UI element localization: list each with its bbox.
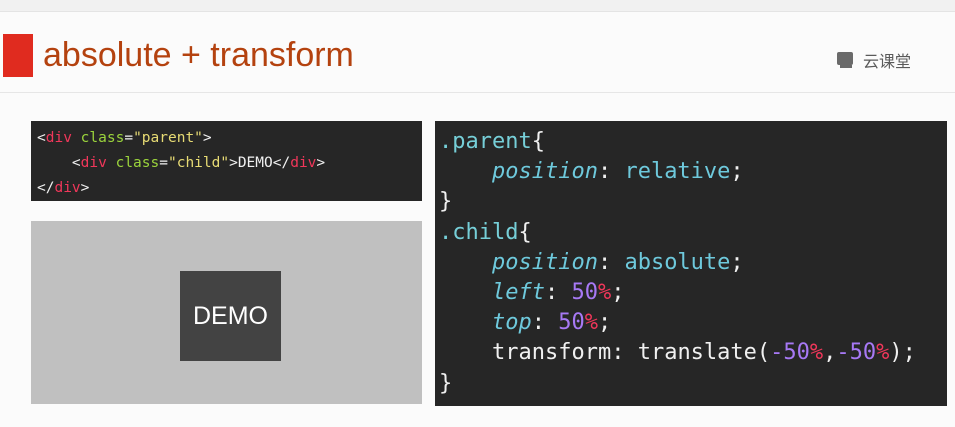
css-code-line: }	[439, 187, 947, 217]
logo-text: 云课堂	[863, 54, 912, 71]
code-token: >	[80, 180, 90, 196]
code-token: div	[80, 155, 107, 171]
code-token: div	[45, 130, 72, 146]
code-token: =	[124, 130, 134, 146]
code-token: </	[272, 155, 291, 171]
code-token: >	[316, 155, 326, 171]
top-strip	[0, 0, 955, 12]
css-selector: .child	[439, 219, 519, 245]
code-token: ,	[823, 340, 837, 366]
code-token: :	[544, 280, 572, 306]
code-token: :	[597, 159, 625, 185]
css-code-line: left: 50%;	[439, 278, 947, 308]
code-token: >	[229, 155, 238, 171]
demo-parent-box: DEMO	[31, 221, 422, 404]
css-property: transform	[491, 340, 612, 366]
css-unit: %	[876, 340, 890, 366]
html-code-block: <div class="parent"> <div class="child">…	[31, 121, 422, 201]
css-property: position	[491, 249, 598, 275]
code-token: ;	[730, 249, 744, 275]
css-property: top	[491, 310, 532, 336]
css-selector: .parent	[439, 129, 532, 154]
title-accent-bar	[3, 34, 33, 77]
logo: 云课堂	[837, 48, 911, 72]
css-code-line: .child{	[439, 218, 947, 248]
css-number: -50	[770, 340, 810, 366]
slide-title: absolute + transform	[43, 36, 354, 74]
code-token: ;	[597, 310, 612, 336]
code-token: :	[531, 310, 559, 336]
css-number: 50	[571, 280, 598, 306]
code-token: class	[80, 130, 125, 146]
code-token: >	[202, 130, 212, 146]
css-code-block: .parent{ position: relative; } .child{ p…	[435, 121, 947, 406]
css-function: translate(	[637, 340, 771, 366]
code-token: );	[889, 340, 916, 366]
css-code-line: }	[439, 369, 947, 399]
code-token: "child"	[167, 155, 230, 171]
css-value: relative	[624, 159, 731, 185]
code-token: DEMO	[237, 155, 273, 171]
css-code-line: position: absolute;	[439, 248, 947, 278]
css-unit: %	[597, 280, 612, 306]
code-token: ;	[730, 159, 744, 185]
css-unit: %	[809, 340, 824, 366]
css-code-line: transform: translate(-50%,-50%);	[439, 338, 947, 368]
code-token: div	[290, 155, 317, 171]
demo-child-box: DEMO	[180, 271, 281, 361]
code-token: {	[531, 129, 545, 154]
css-number: -50	[836, 340, 877, 366]
code-token: :	[597, 249, 625, 275]
code-token: {	[518, 219, 532, 245]
css-value: absolute	[624, 249, 731, 275]
html-code-line: <div class="child">DEMO</div>	[37, 151, 422, 176]
css-code-line: position: relative;	[439, 157, 947, 187]
code-token: div	[54, 180, 81, 196]
code-token: }	[439, 370, 453, 396]
css-number: 50	[558, 310, 585, 336]
code-token: </	[37, 180, 55, 196]
css-property: left	[491, 280, 545, 306]
html-code-line: </div>	[37, 176, 422, 201]
html-code-line: <div class="parent">	[37, 126, 422, 151]
code-token: class	[115, 155, 160, 171]
code-token: }	[439, 189, 453, 215]
title-divider	[0, 92, 955, 93]
css-property: position	[491, 159, 598, 185]
css-code-line: top: 50%;	[439, 308, 947, 338]
css-code-line: .parent{	[439, 127, 947, 157]
code-token: <	[71, 155, 81, 171]
monitor-icon	[837, 52, 857, 68]
css-unit: %	[584, 310, 598, 336]
code-token: <	[37, 130, 46, 146]
code-token: "parent"	[133, 130, 203, 146]
code-token: ;	[611, 280, 625, 306]
code-token: =	[159, 155, 168, 171]
code-token: :	[611, 340, 638, 366]
